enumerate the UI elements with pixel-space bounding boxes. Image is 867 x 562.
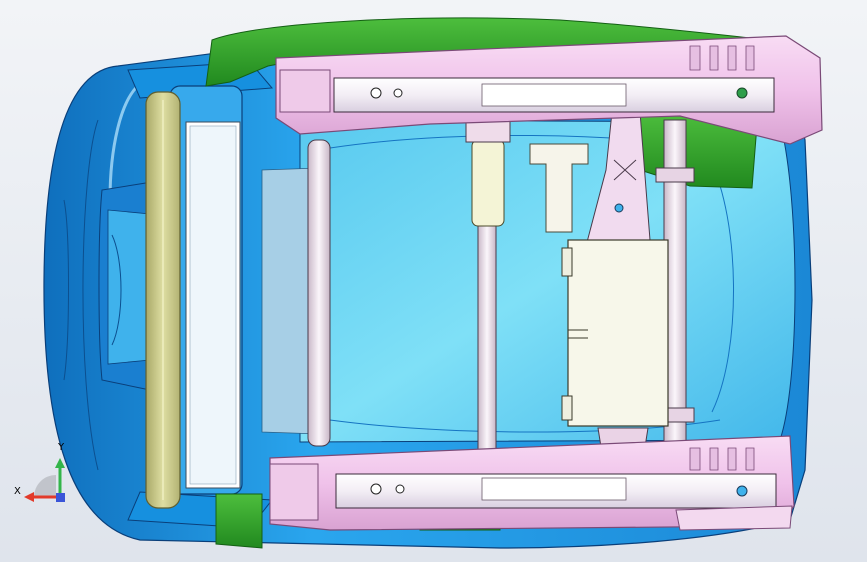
x-axis-label: X (14, 486, 21, 497)
coordinate-triad (24, 458, 65, 502)
y-axis-label: Y (58, 442, 65, 453)
3d-model-viewport[interactable]: X Y (0, 0, 867, 562)
z-axis-marker (56, 493, 65, 502)
